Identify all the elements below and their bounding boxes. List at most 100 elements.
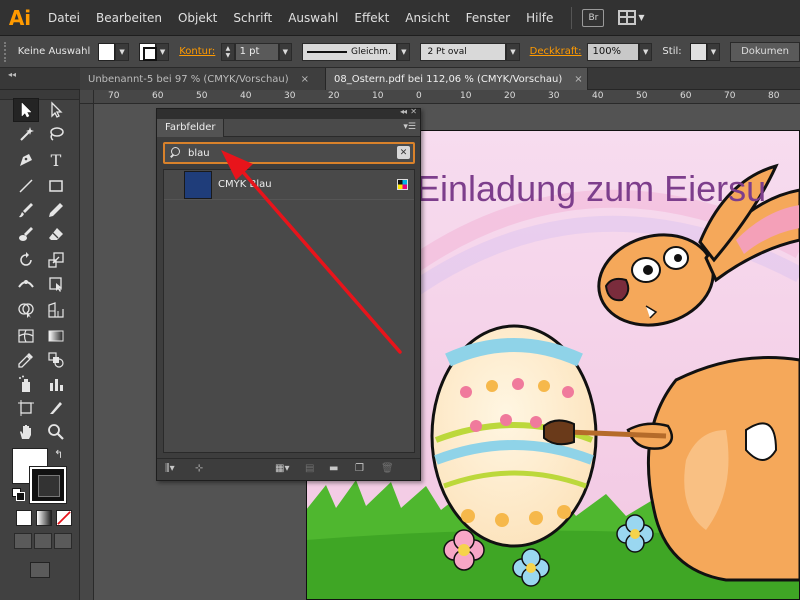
- selection-icon[interactable]: [13, 98, 39, 122]
- add-to-library-icon[interactable]: ⊹: [195, 463, 203, 474]
- blend-icon[interactable]: [43, 348, 69, 372]
- stroke-dropdown-icon[interactable]: ▼: [155, 42, 170, 61]
- panel-title-strip[interactable]: ◂◂ ✕: [157, 107, 420, 119]
- vertical-ruler[interactable]: [80, 104, 94, 600]
- tab-08-ostern[interactable]: 08_Ostern.pdf bei 112,06 % (CMYK/Vorscha…: [326, 68, 588, 90]
- scale-icon[interactable]: [43, 248, 69, 272]
- illustrator-logo: Ai: [8, 5, 32, 30]
- artboard-icon[interactable]: [13, 396, 39, 420]
- line-segment-icon[interactable]: [13, 174, 39, 198]
- swatch-libraries-menu-icon[interactable]: ⫼▾: [165, 463, 175, 474]
- opacity-dropdown-icon[interactable]: ▼: [639, 42, 653, 61]
- width-icon[interactable]: [13, 272, 39, 296]
- menu-ansicht[interactable]: Ansicht: [397, 0, 457, 36]
- direct-selection-icon[interactable]: [43, 98, 69, 122]
- rotate-icon[interactable]: [13, 248, 39, 272]
- column-graph-icon[interactable]: [43, 372, 69, 396]
- horizontal-ruler[interactable]: 70 60 50 40 30 20 10 0 10 20 30 40 50 60…: [94, 90, 800, 104]
- menu-hilfe[interactable]: Hilfe: [518, 0, 561, 36]
- close-icon[interactable]: ×: [301, 74, 309, 85]
- swatch-search-input[interactable]: [188, 147, 388, 159]
- brush-definition[interactable]: 2 Pt oval: [420, 42, 507, 61]
- variable-width-profile[interactable]: Gleichm.: [302, 42, 398, 61]
- ruler-label: 70: [724, 91, 736, 101]
- zoom-icon[interactable]: [43, 420, 69, 444]
- stroke-weight-dropdown-icon[interactable]: ▼: [278, 42, 293, 61]
- none-mode-button[interactable]: [56, 510, 72, 526]
- magic-wand-icon[interactable]: [13, 122, 39, 146]
- stroke-color-swatch[interactable]: [138, 42, 157, 61]
- ruler-label: 30: [548, 91, 560, 101]
- draw-normal-icon[interactable]: [14, 533, 32, 549]
- shape-builder-icon[interactable]: [13, 298, 39, 322]
- menu-fenster[interactable]: Fenster: [458, 0, 519, 36]
- line-style-dropdown-icon[interactable]: ▼: [397, 42, 411, 61]
- ruler-label: 60: [680, 91, 692, 101]
- opacity-field[interactable]: 100%: [587, 42, 640, 61]
- pen-icon[interactable]: [13, 148, 39, 172]
- document-setup-button[interactable]: Dokumen: [730, 41, 800, 62]
- perspective-grid-icon[interactable]: [43, 298, 69, 322]
- fill-color-swatch[interactable]: [98, 42, 116, 61]
- paintbrush-icon[interactable]: [13, 198, 39, 222]
- free-transform-icon[interactable]: [43, 272, 69, 296]
- close-icon[interactable]: ✕: [410, 107, 417, 116]
- new-color-group-icon[interactable]: ▬: [329, 463, 338, 474]
- stroke-color-box[interactable]: [30, 467, 66, 503]
- swap-fill-stroke-icon[interactable]: ↰: [54, 448, 63, 461]
- eraser-icon[interactable]: [43, 222, 69, 246]
- gradient-mode-button[interactable]: [36, 510, 52, 526]
- panel-menu-icon[interactable]: ▾☰: [403, 122, 416, 132]
- pencil-icon[interactable]: [43, 198, 69, 222]
- show-swatch-kinds-icon[interactable]: ▦▾: [275, 463, 289, 474]
- opacity-panel-link[interactable]: Deckkraft:: [530, 46, 582, 57]
- menu-effekt[interactable]: Effekt: [346, 0, 397, 36]
- stroke-panel-link[interactable]: Kontur:: [179, 46, 215, 57]
- tab-label: 08_Ostern.pdf bei 112,06 % (CMYK/Vorscha…: [334, 73, 563, 85]
- stroke-weight-field[interactable]: 1 pt: [234, 42, 279, 61]
- ruler-label: 10: [372, 91, 384, 101]
- lasso-icon[interactable]: [43, 122, 69, 146]
- panel-grip[interactable]: [4, 41, 10, 62]
- swatch-row[interactable]: CMYK Blau: [164, 170, 414, 200]
- menu-datei[interactable]: Datei: [40, 0, 88, 36]
- slice-icon[interactable]: [43, 396, 69, 420]
- screen-mode-icon[interactable]: [30, 562, 50, 578]
- draw-behind-icon[interactable]: [34, 533, 52, 549]
- eyedropper-icon[interactable]: [13, 348, 39, 372]
- chevron-down-icon: ▼: [638, 13, 645, 22]
- workspace-switcher[interactable]: ▼: [618, 10, 645, 25]
- ruler-origin[interactable]: [80, 90, 94, 104]
- style-dropdown-icon[interactable]: ▼: [706, 42, 721, 61]
- symbol-sprayer-icon[interactable]: [13, 372, 39, 396]
- panel-collapse-icon[interactable]: ◂◂: [8, 70, 16, 79]
- new-swatch-icon[interactable]: ❐: [355, 463, 364, 474]
- color-mode-button[interactable]: [16, 510, 32, 526]
- menu-objekt[interactable]: Objekt: [170, 0, 225, 36]
- tab-farbfelder[interactable]: Farbfelder: [157, 119, 225, 137]
- default-fill-stroke-icon[interactable]: [12, 488, 25, 501]
- menu-schrift[interactable]: Schrift: [225, 0, 280, 36]
- swatch-search-box[interactable]: ✕: [163, 142, 415, 164]
- hand-icon[interactable]: [13, 420, 39, 444]
- blob-brush-icon[interactable]: [13, 222, 39, 246]
- mesh-icon[interactable]: [13, 324, 39, 348]
- swatch-options-icon[interactable]: ▤: [305, 463, 314, 474]
- bridge-button[interactable]: Br: [582, 8, 605, 27]
- type-icon[interactable]: T: [43, 148, 69, 172]
- tab-unbenannt-5[interactable]: Unbenannt-5 bei 97 % (CMYK/Vorschau) ×: [80, 68, 326, 90]
- gradient-icon[interactable]: [43, 324, 69, 348]
- delete-swatch-icon[interactable]: 🗑: [381, 463, 394, 474]
- collapse-panel-icon[interactable]: ◂◂: [400, 107, 407, 116]
- close-icon[interactable]: ×: [574, 74, 582, 85]
- graphic-style-swatch[interactable]: [689, 42, 707, 61]
- fill-dropdown-icon[interactable]: ▼: [115, 42, 129, 61]
- menu-auswahl[interactable]: Auswahl: [280, 0, 346, 36]
- swatch-list[interactable]: CMYK Blau: [163, 169, 415, 453]
- brush-dropdown-icon[interactable]: ▼: [506, 42, 520, 61]
- clear-search-icon[interactable]: ✕: [397, 146, 410, 159]
- rectangle-icon[interactable]: [43, 174, 69, 198]
- menu-bearbeiten[interactable]: Bearbeiten: [88, 0, 170, 36]
- stroke-weight-spinner[interactable]: ▲ ▼: [221, 42, 235, 61]
- draw-inside-icon[interactable]: [54, 533, 72, 549]
